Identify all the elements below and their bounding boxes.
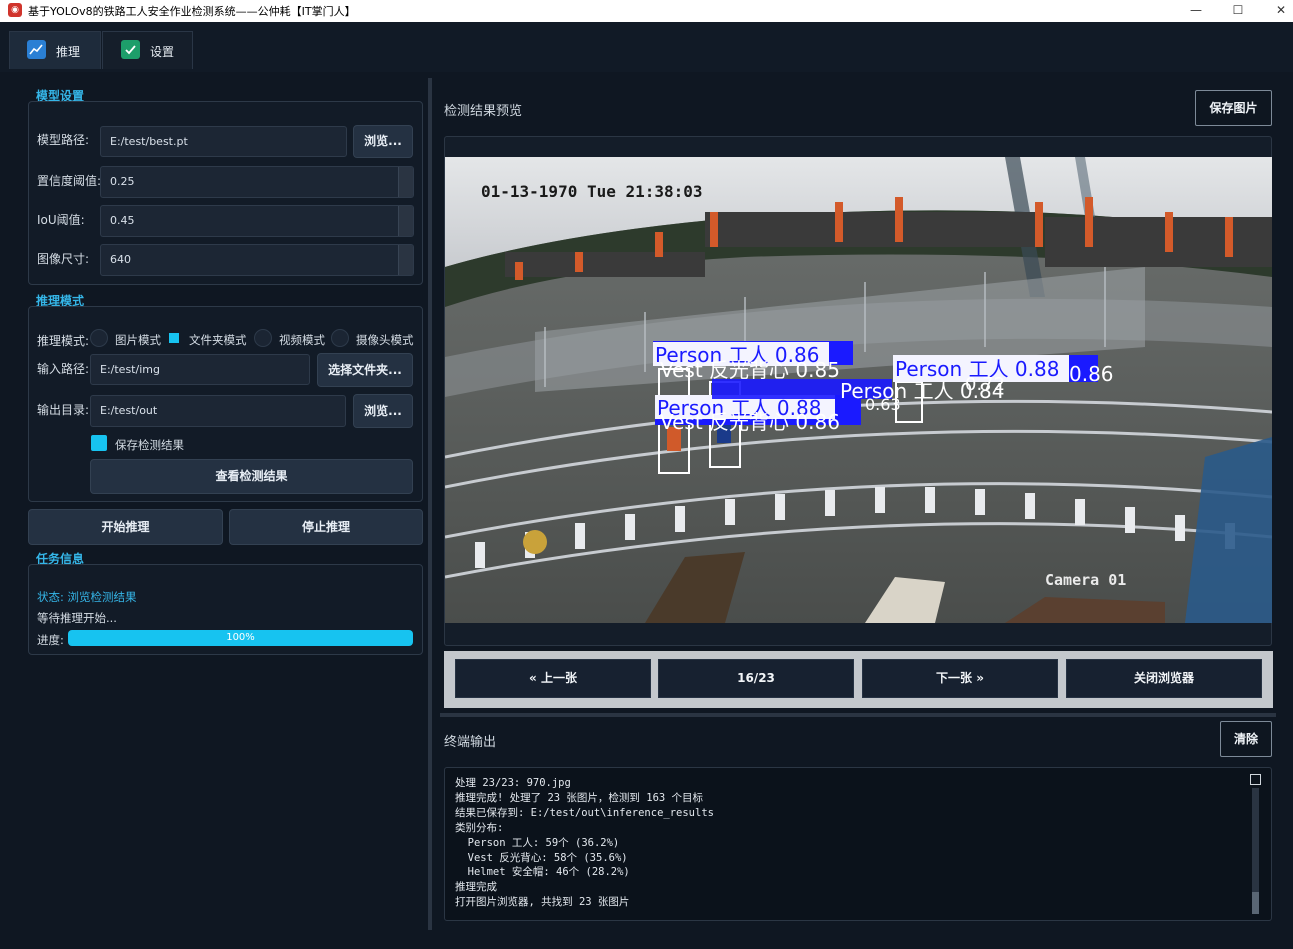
confidence-spinbox[interactable]: 0.25 xyxy=(100,166,414,198)
scroll-up-icon[interactable] xyxy=(1250,774,1261,785)
image-size-spinbox[interactable]: 640 xyxy=(100,244,414,276)
terminal-line: 处理 23/23: 970.jpg xyxy=(455,777,571,789)
output-dir-input[interactable]: E:/test/out xyxy=(90,395,346,427)
progress-label: 进度: xyxy=(37,633,64,647)
iou-label: IoU阈值: xyxy=(37,213,85,227)
check-shield-icon xyxy=(121,40,140,59)
terminal-output[interactable]: 处理 23/23: 970.jpg 推理完成! 处理了 23 张图片，检测到 1… xyxy=(444,767,1272,921)
video-mode-radio[interactable] xyxy=(254,329,272,347)
terminal-line: 打开图片浏览器, 共找到 23 张图片 xyxy=(455,896,630,909)
scroll-thumb[interactable] xyxy=(1252,892,1259,914)
terminal-line: Person 工人: 59个 (36.2%) xyxy=(455,836,620,849)
detection-image: Person 工人 0.86 Person 工人 0.88 0.86 0.72 … xyxy=(445,157,1272,623)
save-image-button[interactable]: 保存图片 xyxy=(1195,90,1272,126)
confidence-spin-arrows[interactable] xyxy=(398,167,413,197)
terminal-title: 终端输出 xyxy=(444,735,497,750)
status-text: 状态: 浏览检测结果 xyxy=(37,590,137,604)
camera-label: Camera 01 xyxy=(1045,571,1126,589)
video-mode-label: 视频模式 xyxy=(279,333,325,347)
tab-inference[interactable]: 推理 xyxy=(9,31,101,69)
vertical-splitter[interactable] xyxy=(428,78,432,930)
next-image-button[interactable]: 下一张 » xyxy=(862,659,1058,698)
model-browse-button[interactable]: 浏览... xyxy=(353,125,413,158)
output-browse-button[interactable]: 浏览... xyxy=(353,394,413,428)
close-button[interactable]: ✕ xyxy=(1259,0,1293,22)
app-logo-icon: ◉ xyxy=(8,3,22,17)
detection-label-6: Vest 反光背心 0.86 xyxy=(660,410,840,434)
window-titlebar: ◉ 基于YOLOv8的铁路工人安全作业检测系统——公仲耗【IT掌门人】 — ☐ … xyxy=(0,0,1293,22)
terminal-line: 推理完成! 处理了 23 张图片，检测到 163 个目标 xyxy=(455,791,704,804)
clear-terminal-button[interactable]: 清除 xyxy=(1220,721,1272,757)
detection-label-7: 0.63 xyxy=(865,395,901,414)
progress-text: 100% xyxy=(226,632,255,643)
image-mode-radio[interactable] xyxy=(90,329,108,347)
terminal-line: Helmet 安全帽: 46个 (28.2%) xyxy=(455,866,630,879)
detection-label-5: Vest 反光背心 0.85 xyxy=(660,358,840,382)
save-results-label: 保存检测结果 xyxy=(115,438,184,452)
tab-bar: 推理 设置 xyxy=(0,22,1293,72)
tab-inference-label: 推理 xyxy=(56,45,81,59)
choose-folder-button[interactable]: 选择文件夹... xyxy=(317,353,413,387)
close-browser-button[interactable]: 关闭浏览器 xyxy=(1066,659,1262,698)
folder-mode-radio[interactable] xyxy=(169,333,179,343)
input-path-label: 输入路径: xyxy=(37,362,90,376)
model-path-label: 模型路径: xyxy=(37,133,90,147)
tab-settings[interactable]: 设置 xyxy=(102,31,193,69)
output-dir-label: 输出目录: xyxy=(37,403,90,417)
image-navigator: « 上一张 16/23 下一张 » 关闭浏览器 xyxy=(444,651,1273,708)
image-size-spin-arrows[interactable] xyxy=(398,245,413,275)
image-size-value: 640 xyxy=(110,253,131,266)
iou-spin-arrows[interactable] xyxy=(398,206,413,236)
maximize-button[interactable]: ☐ xyxy=(1216,0,1260,22)
scroll-track[interactable] xyxy=(1252,788,1259,898)
image-counter: 16/23 xyxy=(658,659,854,698)
preview-title: 检测结果预览 xyxy=(444,104,523,119)
terminal-line: 类别分布: xyxy=(455,821,504,834)
iou-spinbox[interactable]: 0.45 xyxy=(100,205,414,237)
confidence-value: 0.25 xyxy=(110,175,135,188)
detection-label-9: 0.86 xyxy=(1069,362,1114,386)
view-results-button[interactable]: 查看检测结果 xyxy=(90,459,413,494)
save-results-checkbox[interactable] xyxy=(91,435,107,451)
terminal-scrollbar[interactable] xyxy=(1250,774,1261,914)
window-title: 基于YOLOv8的铁路工人安全作业检测系统——公仲耗【IT掌门人】 xyxy=(28,5,356,18)
confidence-label: 置信度阈值: xyxy=(37,174,102,188)
horizontal-splitter[interactable] xyxy=(440,713,1276,717)
folder-mode-label: 文件夹模式 xyxy=(189,333,247,347)
camera-timestamp: 01-13-1970 Tue 21:38:03 xyxy=(481,182,703,201)
camera-mode-label: 摄像头模式 xyxy=(356,333,414,347)
prev-image-button[interactable]: « 上一张 xyxy=(455,659,651,698)
model-path-input[interactable]: E:/test/best.pt xyxy=(100,126,347,157)
mode-label: 推理模式: xyxy=(37,334,90,348)
terminal-line: 结果已保存到: E:/test/out\inference_results xyxy=(455,806,714,819)
start-inference-button[interactable]: 开始推理 xyxy=(28,509,223,545)
stop-inference-button[interactable]: 停止推理 xyxy=(229,509,423,545)
chart-line-icon xyxy=(27,40,46,59)
image-size-label: 图像尺寸: xyxy=(37,252,90,266)
iou-value: 0.45 xyxy=(110,214,135,227)
minimize-button[interactable]: — xyxy=(1174,0,1218,22)
image-mode-label: 图片模式 xyxy=(115,333,161,347)
tab-settings-label: 设置 xyxy=(150,45,175,59)
terminal-line: Vest 反光背心: 58个 (35.6%) xyxy=(455,851,628,864)
camera-mode-radio[interactable] xyxy=(331,329,349,347)
progress-bar: 100% xyxy=(68,630,413,646)
terminal-line: 推理完成 xyxy=(455,881,497,894)
waiting-text: 等待推理开始... xyxy=(37,611,117,625)
input-path-input[interactable]: E:/test/img xyxy=(90,354,310,385)
